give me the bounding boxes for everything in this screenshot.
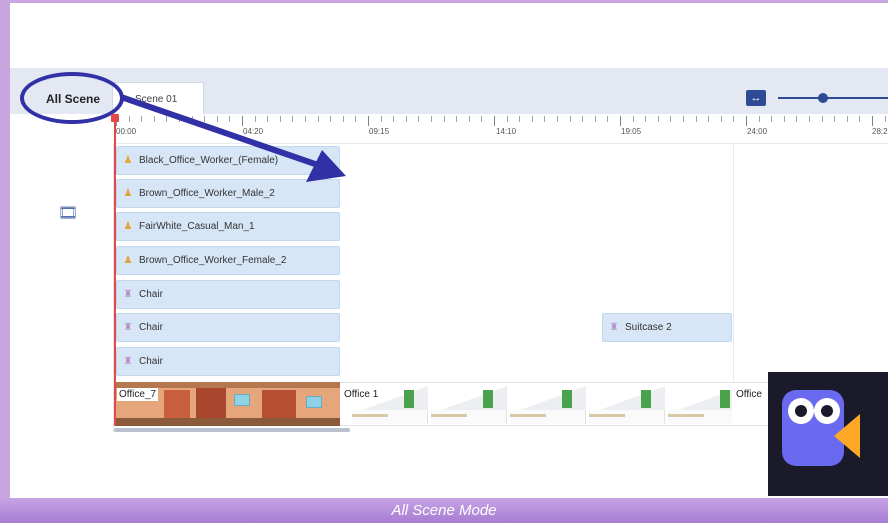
annotation-arrow [121,95,346,182]
arrow-shaft [121,95,321,168]
